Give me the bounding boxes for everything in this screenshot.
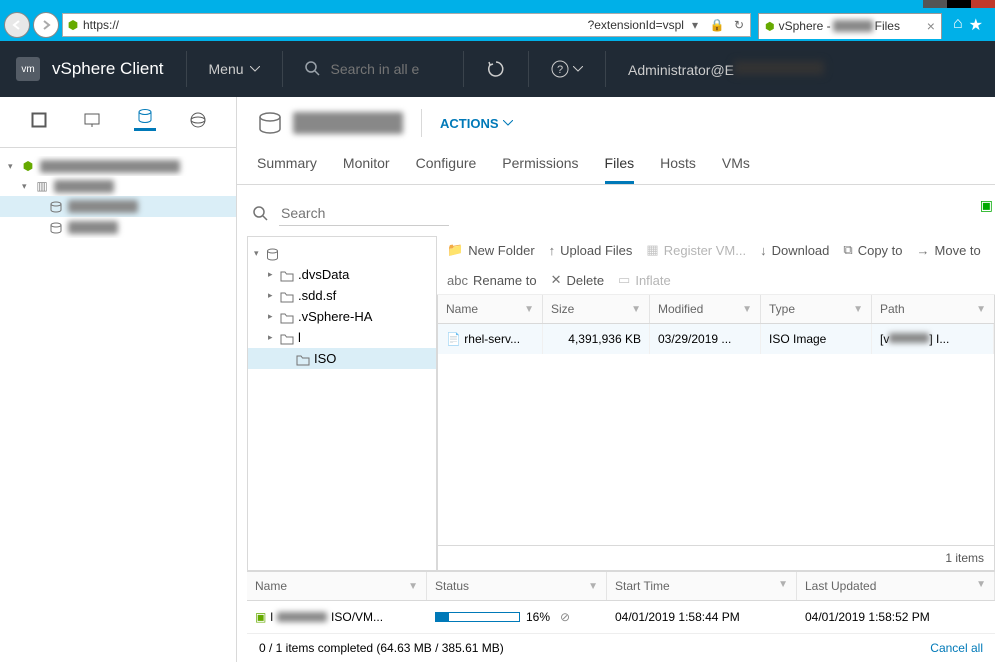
folder-row[interactable]: ▸.sdd.sf bbox=[248, 285, 436, 306]
lock-icon: 🔒 bbox=[706, 18, 728, 32]
masthead: vm vSphere Client Menu ? Administrator@E bbox=[0, 41, 995, 97]
global-search-input[interactable] bbox=[331, 61, 441, 77]
folder-tree: ▾▸.dvsData▸.sdd.sf▸.vSphere-HA▸lISO bbox=[247, 236, 437, 571]
url-prefix: https:// bbox=[83, 18, 588, 32]
file-toolbar: 📁New Folder ↑Upload Files ▦Register VM... ↓… bbox=[437, 236, 995, 295]
col-header-type[interactable]: Type▼ bbox=[761, 295, 872, 323]
search-icon bbox=[253, 206, 269, 222]
file-grid: Name▼Size▼Modified▼Type▼Path▼ 📄 rhel-ser… bbox=[437, 295, 995, 571]
tab-title-prefix: vSphere - bbox=[779, 19, 831, 33]
toolbar-upload-files[interactable]: ↑Upload Files bbox=[549, 242, 633, 258]
global-refresh-icon[interactable] bbox=[486, 59, 506, 79]
tree-datacenter[interactable]: ▾▥ bbox=[0, 176, 236, 196]
task-col-last-updated[interactable]: Last Updated▼ bbox=[797, 572, 995, 600]
folder-row[interactable]: ISO bbox=[248, 348, 436, 369]
tab-summary[interactable]: Summary bbox=[257, 155, 317, 184]
folder-row[interactable]: ▸.vSphere-HA bbox=[248, 306, 436, 327]
dropdown-icon[interactable]: ▾ bbox=[684, 18, 706, 32]
tab-monitor[interactable]: Monitor bbox=[343, 155, 390, 184]
browser-tabs: ⬢ vSphere - Files × bbox=[754, 11, 942, 39]
tab-title-suffix: Files bbox=[875, 19, 900, 33]
tab-files[interactable]: Files bbox=[605, 155, 635, 184]
nav-vms-icon[interactable] bbox=[81, 109, 103, 131]
tab-permissions[interactable]: Permissions bbox=[502, 155, 578, 184]
nav-network-icon[interactable] bbox=[187, 109, 209, 131]
home-icon[interactable]: ⌂ bbox=[953, 15, 963, 35]
datastore-title bbox=[293, 112, 403, 134]
file-search-input[interactable] bbox=[279, 201, 449, 226]
window-titlebar bbox=[0, 0, 995, 8]
nav-hosts-icon[interactable] bbox=[28, 109, 50, 131]
cancel-task-icon[interactable]: ⊘ bbox=[560, 610, 570, 624]
inventory-tree: ▾⬢ ▾▥ bbox=[0, 148, 236, 246]
task-col-status[interactable]: Status▼ bbox=[427, 572, 607, 600]
toolbar-new-folder[interactable]: 📁New Folder bbox=[447, 242, 535, 258]
tree-vcenter[interactable]: ▾⬢ bbox=[0, 156, 236, 176]
toolbar-delete[interactable]: ✕Delete bbox=[551, 272, 604, 288]
window-maximize[interactable] bbox=[947, 0, 971, 8]
tasks-panel: Name▼Status▼Start Time▼Last Updated▼ ▣ l… bbox=[247, 571, 995, 662]
tab-title-blur bbox=[833, 20, 873, 32]
navigator: ▾⬢ ▾▥ bbox=[0, 97, 237, 662]
url-suffix: ?extensionId=vspl bbox=[588, 18, 684, 32]
site-icon: ⬢ bbox=[63, 18, 83, 32]
toolbar-register-vm-: ▦Register VM... bbox=[646, 242, 746, 258]
brand-text: vSphere Client bbox=[52, 59, 164, 79]
folder-row[interactable]: ▾ bbox=[248, 243, 436, 264]
task-col-name[interactable]: Name▼ bbox=[247, 572, 427, 600]
toolbar-rename-to[interactable]: abcRename to bbox=[447, 272, 537, 288]
toolbar-move-to[interactable]: →Move to bbox=[917, 242, 981, 258]
toolbar-inflate: ▭Inflate bbox=[618, 272, 671, 288]
col-header-size[interactable]: Size▼ bbox=[543, 295, 650, 323]
svg-text:?: ? bbox=[556, 64, 562, 76]
browser-back-button[interactable] bbox=[4, 12, 30, 38]
tab-favicon: ⬢ bbox=[765, 20, 775, 33]
col-header-path[interactable]: Path▼ bbox=[872, 295, 994, 323]
tasks-summary: 0 / 1 items completed (64.63 MB / 385.61… bbox=[259, 641, 504, 655]
tab-configure[interactable]: Configure bbox=[416, 155, 477, 184]
actions-dropdown[interactable]: ACTIONS bbox=[440, 116, 513, 131]
toolbar-download[interactable]: ↓Download bbox=[760, 242, 829, 258]
global-search[interactable] bbox=[305, 61, 441, 77]
browser-toolbar: ⬢ https:// ?extensionId=vspl ▾ 🔒 ↻ ⬢ vSp… bbox=[0, 8, 995, 41]
browser-tab[interactable]: ⬢ vSphere - Files × bbox=[758, 13, 942, 39]
file-row[interactable]: 📄 rhel-serv... 4,391,936 KB 03/29/2019 .… bbox=[438, 324, 994, 354]
grid-footer: 1 items bbox=[438, 545, 994, 570]
content: ACTIONS Summary Monitor Configure Permissio… bbox=[237, 97, 995, 662]
nav-storage-icon[interactable] bbox=[134, 109, 156, 131]
menu-dropdown[interactable]: Menu bbox=[209, 61, 260, 77]
user-label[interactable]: Administrator@E bbox=[628, 61, 824, 78]
tree-datastore[interactable] bbox=[0, 217, 236, 238]
help-dropdown[interactable]: ? bbox=[551, 60, 583, 78]
window-close[interactable] bbox=[971, 0, 995, 8]
cancel-all-link[interactable]: Cancel all bbox=[930, 641, 983, 655]
col-header-name[interactable]: Name▼ bbox=[438, 295, 543, 323]
toolbar-copy-to[interactable]: ⧉Copy to bbox=[843, 242, 902, 258]
browser-forward-button[interactable] bbox=[33, 12, 59, 38]
tab-hosts[interactable]: Hosts bbox=[660, 155, 696, 184]
address-bar[interactable]: ⬢ https:// ?extensionId=vspl ▾ 🔒 ↻ bbox=[62, 13, 751, 37]
tabs: Summary Monitor Configure Permissions Files H… bbox=[237, 149, 995, 185]
new-window-icon[interactable]: ▣ bbox=[980, 197, 993, 214]
tab-vms[interactable]: VMs bbox=[722, 155, 750, 184]
window-minimize[interactable] bbox=[923, 0, 947, 8]
task-row[interactable]: ▣ lISO/VM... 16%⊘ 04/01/2019 1:58:44 PM … bbox=[247, 601, 995, 633]
col-header-modified[interactable]: Modified▼ bbox=[650, 295, 761, 323]
tab-close-icon[interactable]: × bbox=[927, 18, 935, 34]
favorites-icon[interactable]: ★ bbox=[969, 15, 983, 35]
task-col-start-time[interactable]: Start Time▼ bbox=[607, 572, 797, 600]
datastore-icon bbox=[257, 110, 283, 136]
refresh-icon[interactable]: ↻ bbox=[728, 18, 750, 32]
folder-row[interactable]: ▸.dvsData bbox=[248, 264, 436, 285]
brand-icon: vm bbox=[16, 57, 40, 81]
folder-row[interactable]: ▸l bbox=[248, 327, 436, 348]
tree-datastore-selected[interactable] bbox=[0, 196, 236, 217]
